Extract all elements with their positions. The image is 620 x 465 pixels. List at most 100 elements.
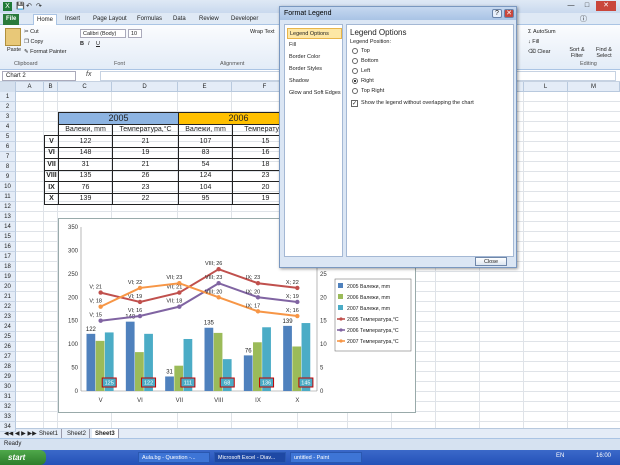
tab-formulas[interactable]: Formulas — [134, 14, 165, 25]
start-button[interactable]: start — [0, 450, 46, 465]
line-point[interactable] — [255, 281, 261, 286]
legend-entry[interactable]: 2007 Валежи, mm — [347, 306, 390, 312]
minimize-button[interactable]: — — [564, 1, 578, 11]
row-header-4[interactable]: 4 — [0, 122, 16, 132]
row-header-12[interactable]: 12 — [0, 202, 16, 212]
value-cell[interactable]: 95 — [178, 192, 233, 205]
boxed-value-label[interactable]: 111 — [184, 381, 192, 387]
x-tick-label[interactable]: VIII — [214, 398, 223, 404]
row-header-33[interactable]: 33 — [0, 412, 16, 422]
sort-filter-button[interactable]: Sort & Filter — [564, 47, 590, 59]
legend-swatch[interactable] — [338, 294, 343, 299]
line-point-label[interactable]: VII; 18 — [166, 299, 182, 305]
x-tick-label[interactable]: VI — [137, 398, 143, 404]
row-header-7[interactable]: 7 — [0, 152, 16, 162]
y-tick-label[interactable]: 0 — [75, 389, 79, 395]
y2-tick-label[interactable]: 25 — [320, 272, 327, 278]
value-cell[interactable]: 31 — [58, 158, 113, 171]
radio-bottom[interactable] — [352, 58, 358, 64]
line-point[interactable] — [177, 290, 182, 295]
row-header-21[interactable]: 21 — [0, 292, 16, 302]
line-point[interactable] — [295, 313, 300, 319]
row-header-28[interactable]: 28 — [0, 362, 16, 372]
legend-marker[interactable] — [339, 317, 343, 321]
row-header-2[interactable]: 2 — [0, 102, 16, 112]
col-l[interactable]: L — [524, 82, 568, 92]
month-cell[interactable]: VI — [44, 146, 59, 159]
maximize-button[interactable]: □ — [580, 1, 594, 11]
name-box[interactable]: Chart 2 — [2, 71, 76, 81]
boxed-value-label[interactable]: 68 — [224, 381, 230, 387]
month-cell[interactable]: IX — [44, 181, 59, 194]
tab-file[interactable]: File — [3, 14, 20, 25]
y-tick-label[interactable]: 150 — [68, 319, 79, 325]
line-point-label[interactable]: IX; 17 — [246, 303, 260, 309]
bar-1-VIII[interactable] — [204, 327, 214, 391]
line-point-label[interactable]: VII; 23 — [166, 275, 182, 281]
month-cell[interactable]: VIII — [44, 169, 59, 182]
x-tick-label[interactable]: V — [99, 398, 103, 404]
y-tick-label[interactable]: 200 — [68, 295, 79, 301]
line-point[interactable] — [295, 285, 300, 291]
value-cell[interactable]: 19 — [112, 146, 179, 159]
legend-entry[interactable]: 2006 Валежи, mm — [347, 295, 390, 301]
legend-entry[interactable]: 2006 Температура,°C — [347, 328, 399, 334]
row-header-20[interactable]: 20 — [0, 282, 16, 292]
line-point-label[interactable]: V; 15 — [89, 313, 102, 319]
dialog-help-button[interactable]: ? — [492, 9, 502, 18]
col-d[interactable]: D — [112, 82, 178, 92]
legend-marker[interactable] — [339, 328, 343, 332]
bar-1-X[interactable] — [283, 325, 292, 391]
line-point-label[interactable]: V; 21 — [89, 285, 102, 291]
wrap-text-button[interactable]: Wrap Text — [250, 29, 275, 35]
month-cell[interactable]: V — [44, 135, 59, 148]
row-header-30[interactable]: 30 — [0, 382, 16, 392]
line-point[interactable] — [216, 295, 221, 300]
format-painter-button[interactable]: ✎ Format Painter — [24, 49, 67, 55]
close-button[interactable]: Close — [475, 257, 507, 266]
line-point-label[interactable]: X; 16 — [286, 308, 299, 314]
legend-swatch[interactable] — [338, 305, 343, 310]
x-tick-label[interactable]: IX — [255, 398, 261, 404]
tab-developer[interactable]: Developer — [228, 14, 261, 25]
nav-border-color[interactable]: Border Color — [287, 52, 342, 63]
row-header-10[interactable]: 10 — [0, 182, 16, 192]
line-point[interactable] — [98, 290, 103, 295]
value-cell[interactable]: 26 — [112, 169, 179, 182]
month-cell[interactable]: X — [44, 192, 59, 205]
row-header-26[interactable]: 26 — [0, 342, 16, 352]
year-2005-header[interactable]: 2005 — [58, 112, 179, 125]
undo-icon[interactable]: ↶ — [26, 2, 32, 10]
legend-entry[interactable]: 2005 Валежи, mm — [347, 284, 390, 290]
font-name-select[interactable]: Calibri (Body) — [80, 29, 126, 38]
clear-button[interactable]: ⌫ Clear — [528, 49, 550, 55]
nav-fill[interactable]: Fill — [287, 40, 342, 51]
task-aula[interactable]: Aula.bg - Question -... — [138, 452, 210, 463]
col-header-rain-2006[interactable]: Валежи, mm — [178, 123, 233, 136]
underline-button[interactable]: U — [96, 41, 100, 47]
radio-top-right[interactable] — [352, 88, 358, 94]
value-cell[interactable]: 104 — [178, 181, 233, 194]
value-cell[interactable]: 76 — [58, 181, 113, 194]
radio-right[interactable] — [352, 78, 358, 84]
save-icon[interactable]: 💾 — [16, 2, 25, 10]
bar-value-label[interactable]: 31 — [166, 369, 173, 375]
value-cell[interactable]: 22 — [112, 192, 179, 205]
row-header-29[interactable]: 29 — [0, 372, 16, 382]
tab-page-layout[interactable]: Page Layout — [90, 14, 130, 25]
language-indicator[interactable]: EN — [556, 453, 564, 459]
line-point[interactable] — [137, 313, 143, 319]
line-point[interactable] — [98, 304, 103, 309]
bar-value-label[interactable]: 76 — [245, 348, 252, 354]
line-point[interactable] — [137, 285, 143, 291]
bar-1-VII[interactable] — [165, 376, 174, 391]
y2-tick-label[interactable]: 5 — [320, 366, 324, 372]
copy-button[interactable]: ❐ Copy — [24, 39, 43, 45]
nav-shadow[interactable]: Shadow — [287, 76, 342, 87]
dialog-close-button[interactable]: ✕ — [504, 9, 514, 18]
col-header-temp-2005[interactable]: Температура,°C — [112, 123, 179, 136]
tab-review[interactable]: Review — [196, 14, 222, 25]
value-cell[interactable]: 23 — [112, 181, 179, 194]
legend-marker[interactable] — [339, 339, 343, 343]
select-all-button[interactable] — [0, 82, 16, 92]
